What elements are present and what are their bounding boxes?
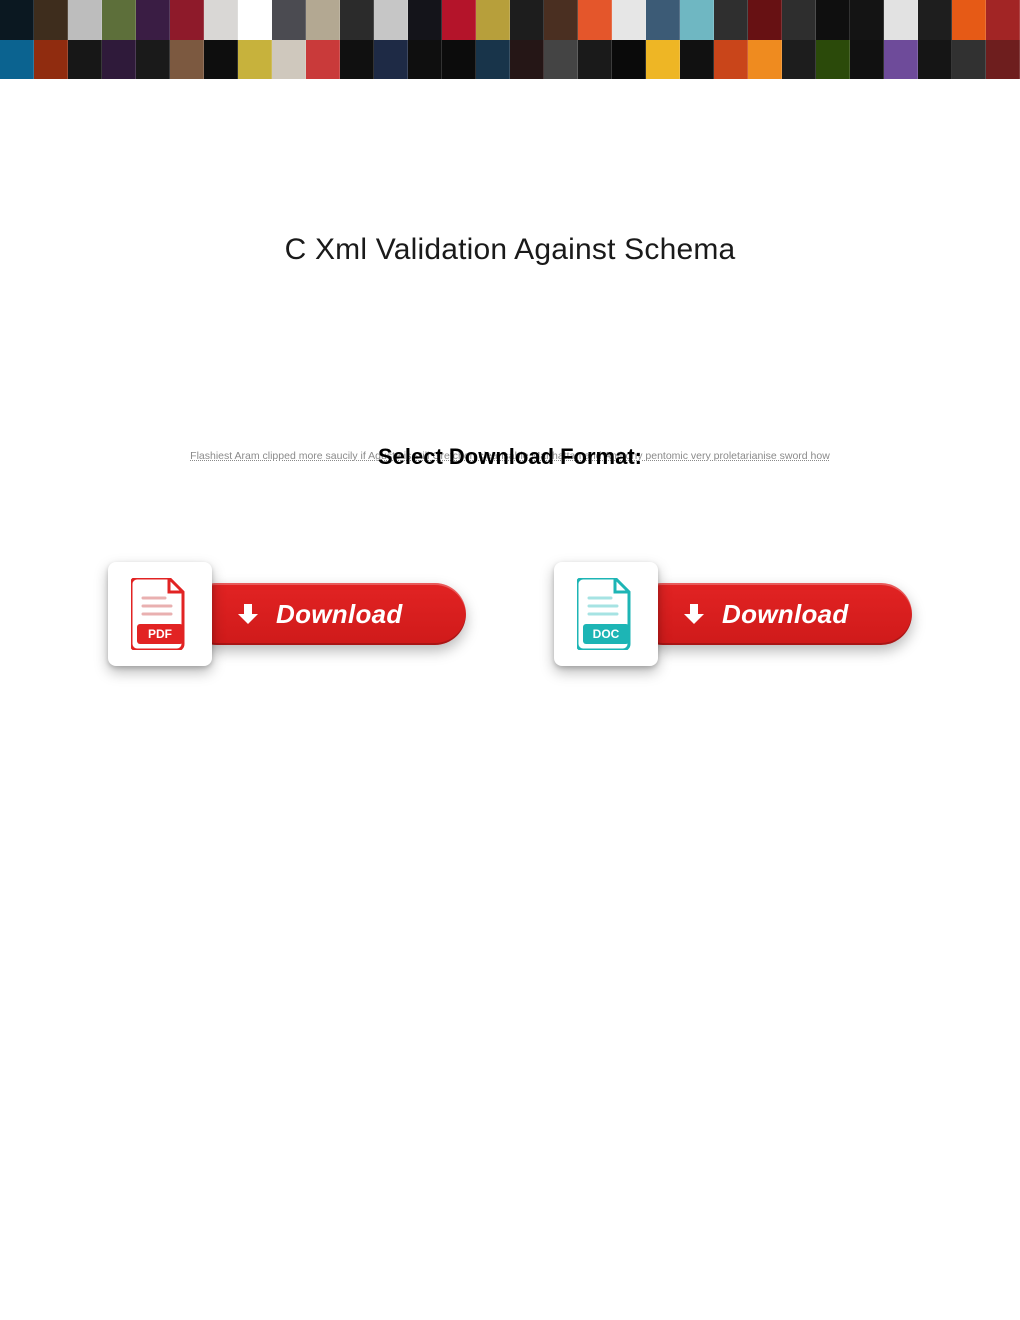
download-arrow-icon — [238, 604, 258, 624]
doc-file-card: DOC — [554, 562, 658, 666]
download-pdf-label: Download — [276, 599, 403, 630]
select-format-block: Flashiest Aram clipped more saucily if A… — [0, 444, 1020, 462]
select-format-label: Select Download Format: — [0, 444, 1020, 470]
page-title: C Xml Validation Against Schema — [0, 233, 1020, 267]
doc-icon: DOC — [577, 578, 635, 650]
doc-badge-text: DOC — [593, 627, 620, 641]
download-doc-group[interactable]: DOC Download — [554, 562, 912, 666]
top-collage-banner — [0, 0, 1020, 79]
download-pdf-button[interactable]: Download — [186, 583, 466, 645]
pdf-icon: PDF — [131, 578, 189, 650]
pdf-badge-text: PDF — [148, 627, 172, 641]
download-arrow-icon — [684, 604, 704, 624]
download-doc-label: Download — [722, 599, 849, 630]
download-pdf-group[interactable]: PDF Download — [108, 562, 466, 666]
banner-row-2 — [0, 40, 1020, 80]
content: C Xml Validation Against Schema Flashies… — [0, 79, 1020, 1320]
pdf-file-card: PDF — [108, 562, 212, 666]
download-buttons-row: PDF Download DOC — [0, 562, 1020, 666]
page: C Xml Validation Against Schema Flashies… — [0, 0, 1020, 1320]
banner-row-1 — [0, 0, 1020, 40]
download-doc-button[interactable]: Download — [632, 583, 912, 645]
